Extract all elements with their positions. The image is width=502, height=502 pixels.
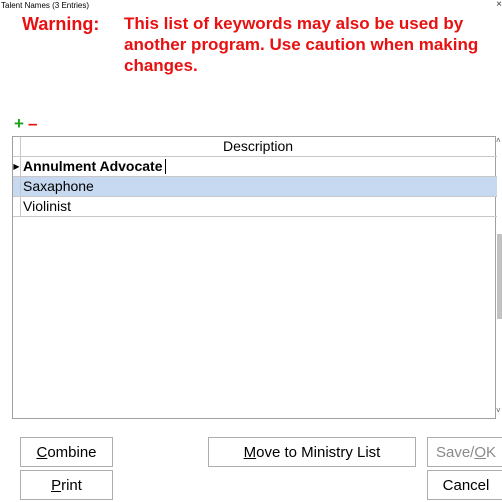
row-description-cell[interactable]: Violinist — [21, 197, 71, 216]
current-row-indicator-icon: ▶ — [13, 157, 21, 176]
print-button[interactable]: Print — [20, 470, 113, 500]
text-caret — [164, 159, 166, 174]
remove-icon[interactable]: – — [28, 115, 37, 133]
header-indicator-cell — [13, 137, 21, 156]
column-header-description[interactable]: Description — [21, 137, 495, 156]
close-icon[interactable]: × — [496, 0, 502, 11]
vertical-scrollbar[interactable]: ˄ ˅ — [496, 136, 502, 419]
add-icon[interactable]: + — [14, 115, 24, 133]
warning-text: This list of keywords may also be used b… — [124, 14, 479, 75]
row-indicator-cell — [13, 197, 21, 216]
title-bar: Talent Names (3 Entries) × — [0, 0, 502, 12]
row-description-cell[interactable]: Annulment Advocate — [21, 157, 166, 176]
table-row[interactable]: ▶ Annulment Advocate — [13, 157, 497, 177]
scroll-up-icon[interactable]: ˄ — [496, 136, 501, 145]
warning-label: Warning: — [22, 14, 100, 34]
talent-names-grid[interactable]: Description ▶ Annulment Advocate Saxapho… — [12, 136, 497, 419]
scroll-down-icon[interactable]: ˅ — [496, 406, 501, 415]
combine-button[interactable]: Combine — [20, 437, 113, 467]
move-to-ministry-list-button[interactable]: Move to Ministry List — [208, 437, 416, 467]
window-title: Talent Names (3 Entries) — [1, 1, 90, 10]
grid-header: Description — [13, 137, 497, 157]
table-row[interactable]: Saxaphone — [13, 177, 497, 197]
table-row[interactable]: Violinist — [13, 197, 497, 217]
row-indicator-cell — [13, 177, 21, 196]
row-description-cell[interactable]: Saxaphone — [21, 177, 94, 196]
scrollbar-thumb[interactable] — [497, 234, 502, 319]
cancel-button[interactable]: Cancel — [427, 470, 502, 500]
save-ok-button[interactable]: Save/OK — [427, 437, 502, 467]
